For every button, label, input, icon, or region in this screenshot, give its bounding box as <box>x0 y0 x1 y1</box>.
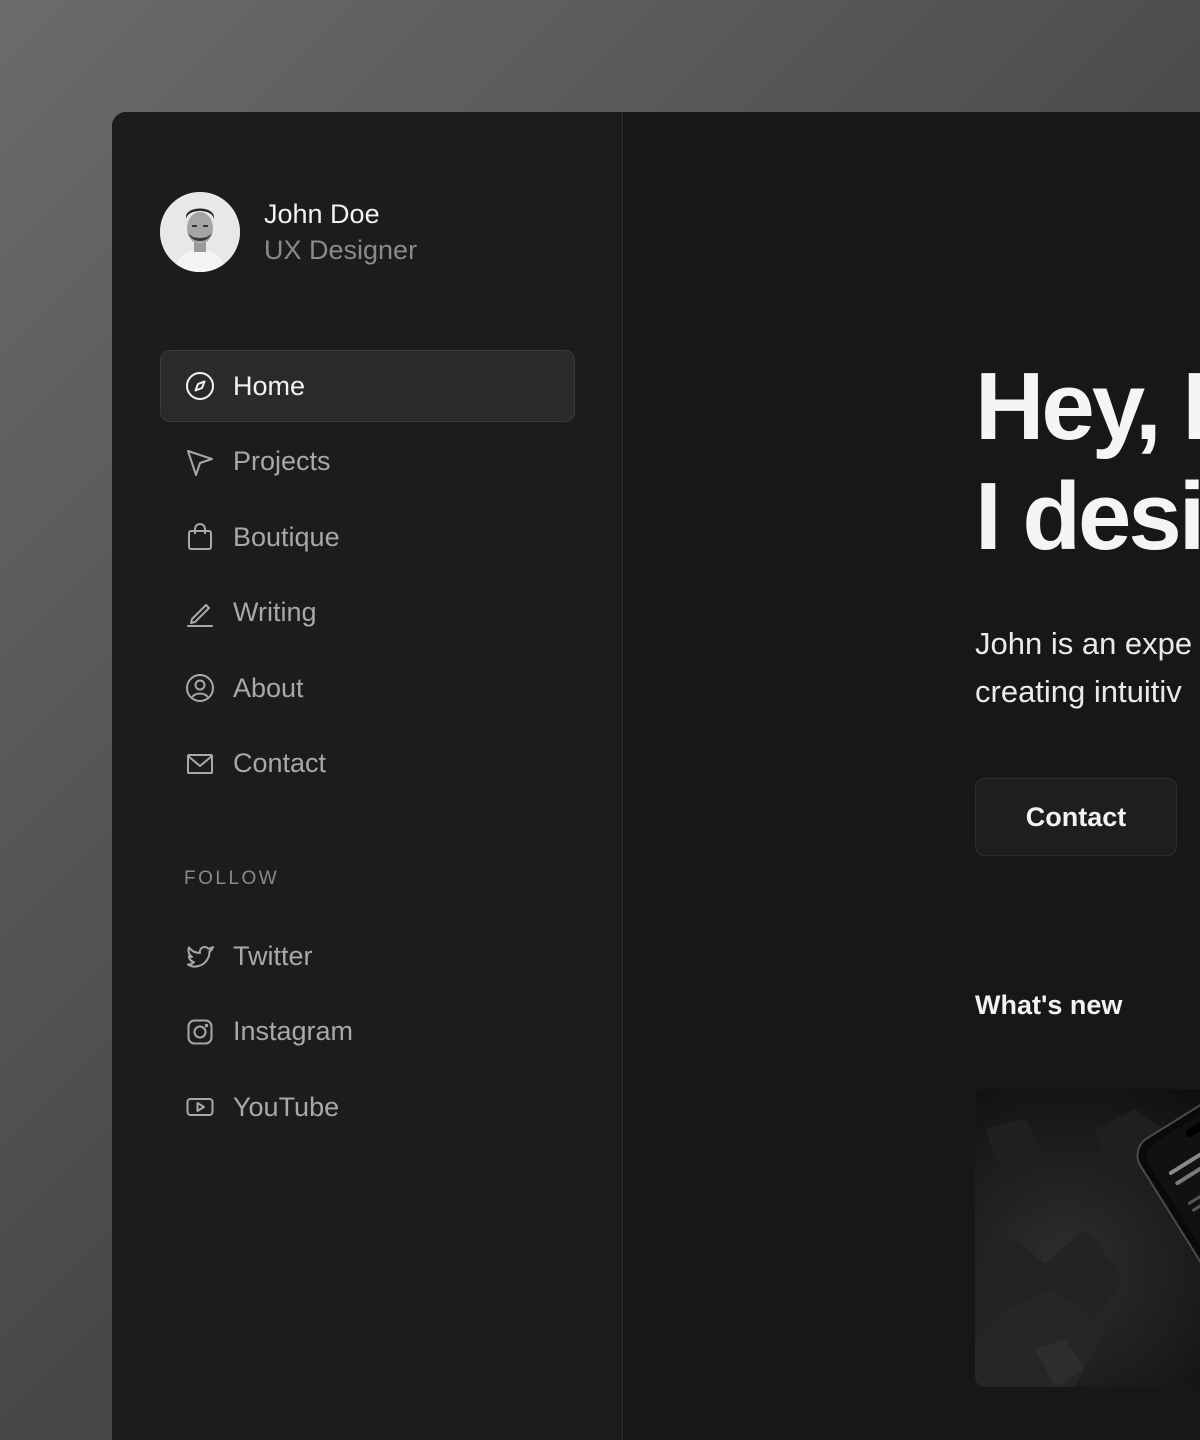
social-item-instagram[interactable]: Instagram <box>160 996 575 1068</box>
avatar <box>160 192 240 272</box>
nav-label-boutique: Boutique <box>233 521 340 552</box>
social-label-instagram: Instagram <box>233 1016 354 1046</box>
nav-item-home[interactable]: Home <box>160 350 575 422</box>
social-item-youtube[interactable]: YouTube <box>160 1071 575 1143</box>
main-nav: Home Projects Boutique Writing About Con… <box>160 350 575 803</box>
nav-item-boutique[interactable]: Boutique <box>160 501 575 573</box>
hero-line-1: Hey, I <box>975 353 1200 460</box>
user-circle-icon <box>184 672 216 704</box>
nav-item-writing[interactable]: Writing <box>160 577 575 649</box>
hero-line-2: I desi <box>975 463 1200 570</box>
nav-label-home: Home <box>233 370 306 401</box>
cursor-arrow-icon <box>184 446 216 478</box>
follow-heading: FOLLOW <box>184 868 280 889</box>
phone-mockup-image <box>975 1089 1200 1387</box>
whats-new-heading: What's new <box>975 990 1123 1020</box>
nav-item-about[interactable]: About <box>160 652 575 724</box>
whats-new-card[interactable] <box>975 1089 1200 1387</box>
main-content: Hey, I I desi John is an expe creating i… <box>623 112 1200 1440</box>
nav-label-writing: Writing <box>233 597 317 627</box>
shopping-bag-icon <box>184 521 216 553</box>
contact-button[interactable]: Contact <box>975 778 1177 856</box>
social-item-twitter[interactable]: Twitter <box>160 920 575 992</box>
twitter-icon <box>184 940 216 972</box>
pen-icon <box>184 597 216 629</box>
nav-label-contact: Contact <box>233 748 327 778</box>
app-window: John Doe UX Designer Home Projects Bouti… <box>112 112 1200 1440</box>
youtube-icon <box>184 1091 216 1123</box>
hero-heading: Hey, I I desi <box>975 352 1200 572</box>
compass-icon <box>184 370 216 402</box>
social-label-twitter: Twitter <box>233 940 313 971</box>
nav-item-contact[interactable]: Contact <box>160 728 575 800</box>
intro-text: John is an expe creating intuitiv <box>975 620 1192 716</box>
sidebar: John Doe UX Designer Home Projects Bouti… <box>112 112 623 1440</box>
nav-label-projects: Projects <box>233 446 331 476</box>
profile-role: UX Designer <box>264 235 418 265</box>
instagram-icon <box>184 1016 216 1048</box>
mail-icon <box>184 748 216 780</box>
nav-label-about: About <box>233 672 304 703</box>
nav-item-projects[interactable]: Projects <box>160 426 575 498</box>
intro-line-2: creating intuitiv <box>975 674 1182 709</box>
social-label-youtube: YouTube <box>233 1091 340 1122</box>
profile: John Doe UX Designer <box>160 192 417 272</box>
profile-name: John Doe <box>264 199 380 229</box>
social-nav: Twitter Instagram YouTube <box>160 920 575 1147</box>
intro-line-1: John is an expe <box>975 626 1193 661</box>
